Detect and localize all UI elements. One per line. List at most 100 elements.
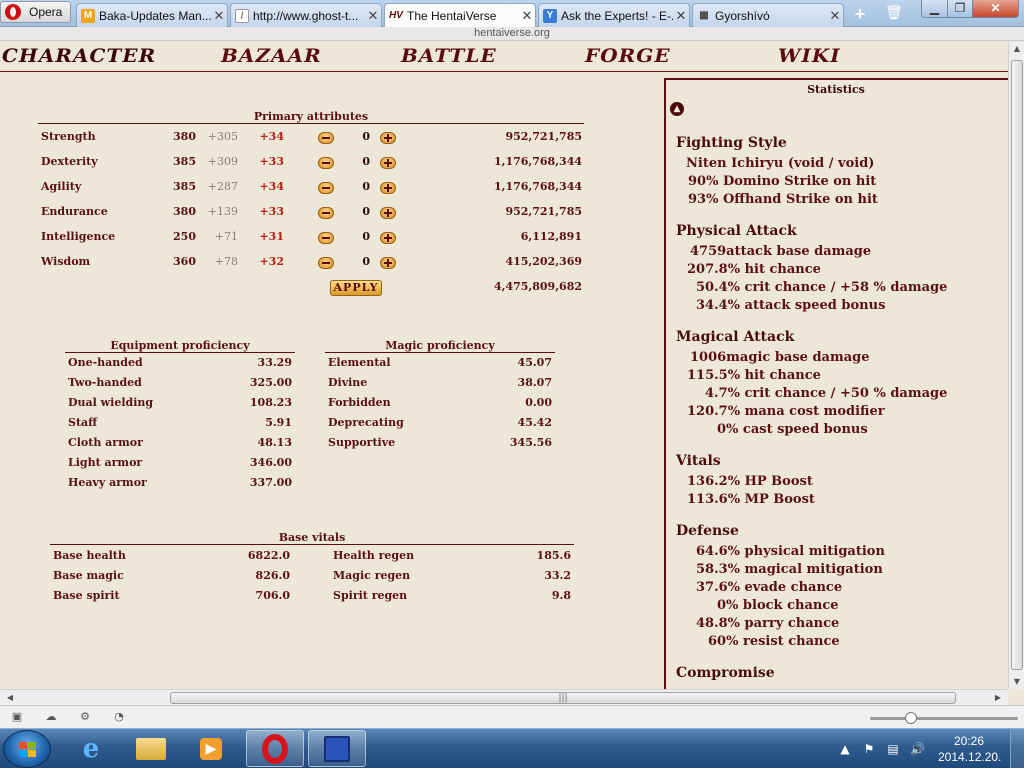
close-window-button[interactable]: ✕	[972, 0, 1019, 18]
system-clock[interactable]: 20:26 2014.12.20.	[938, 733, 1002, 765]
scroll-right-icon[interactable]: ▶	[990, 693, 1006, 702]
stat-line: 48.8% parry chance	[696, 616, 840, 631]
stat-line: 207.8% hit chance	[687, 262, 821, 277]
explorer-folder-icon[interactable]	[122, 730, 180, 767]
zoom-slider-knob[interactable]	[905, 712, 917, 724]
prof-name: One-handed	[68, 356, 143, 369]
attr-name: Wisdom	[41, 255, 91, 268]
attr-alloc: 0	[362, 155, 370, 168]
action-center-icon[interactable]: ⚑	[862, 742, 876, 756]
increase-button[interactable]	[380, 257, 396, 269]
decrease-button[interactable]	[318, 257, 334, 269]
horizontal-scrollbar[interactable]: ◀ ||| ▶	[0, 689, 1008, 705]
zoom-slider[interactable]	[870, 717, 1018, 720]
attr-alloc: 0	[362, 205, 370, 218]
decrease-button[interactable]	[318, 132, 334, 144]
attr-exp: 6,112,891	[520, 230, 582, 243]
prof-value: 5.91	[265, 416, 292, 429]
attr-alloc: 0	[362, 130, 370, 143]
nav-battle[interactable]: BATTLE	[401, 45, 497, 67]
nav-character[interactable]: CHARACTER	[2, 45, 156, 67]
hv-favicon-icon: HV	[389, 10, 403, 21]
prof-value: 45.42	[517, 416, 552, 429]
attr-bonus: +287	[207, 180, 238, 193]
attr-alloc: 0	[362, 180, 370, 193]
increase-button[interactable]	[380, 132, 396, 144]
primary-attributes-title: Primary attributes	[38, 110, 584, 124]
stat-line: 34.4% attack speed bonus	[696, 298, 886, 313]
stat-line: 1006magic base damage	[690, 350, 870, 365]
internet-explorer-icon[interactable]: e	[62, 730, 120, 767]
vertical-scroll-thumb[interactable]	[1011, 60, 1023, 670]
tab-baka-updates[interactable]: M Baka-Updates Man... ✕	[76, 3, 228, 27]
grid-favicon-icon: ▦	[699, 9, 709, 21]
stat-line: 37.6% evade chance	[696, 580, 843, 595]
collapse-toggle-icon[interactable]: ▲	[670, 102, 684, 116]
save-disk-taskbar-icon[interactable]	[308, 730, 366, 767]
vertical-scrollbar[interactable]: ▲ ▼	[1008, 42, 1024, 689]
decrease-button[interactable]	[318, 182, 334, 194]
volume-icon[interactable]: 🔊	[910, 742, 925, 756]
clock-date: 2014.12.20.	[938, 750, 1002, 764]
close-tab-icon[interactable]: ✕	[519, 8, 535, 24]
close-tab-icon[interactable]: ✕	[827, 8, 843, 24]
tab-ask-experts[interactable]: Y Ask the Experts! - E-... ✕	[538, 3, 690, 27]
increase-button[interactable]	[380, 182, 396, 194]
maximize-button[interactable]: ❐	[947, 0, 973, 18]
vital-value: 706.0	[255, 589, 290, 602]
network-icon[interactable]: ▤	[886, 742, 900, 756]
nav-wiki[interactable]: WIKI	[778, 45, 841, 67]
apply-button[interactable]: APPLY	[330, 280, 382, 296]
prof-value: 33.29	[257, 356, 292, 369]
show-desktop-button[interactable]	[1010, 729, 1024, 768]
cloud-icon[interactable]: ☁	[44, 711, 58, 723]
scroll-up-icon[interactable]: ▲	[1009, 44, 1024, 53]
decrease-button[interactable]	[318, 207, 334, 219]
attr-name: Strength	[41, 130, 96, 143]
close-tab-icon[interactable]: ✕	[673, 8, 689, 24]
attr-name: Dexterity	[41, 155, 98, 168]
vital-name: Base health	[53, 549, 126, 562]
start-button[interactable]	[3, 730, 51, 768]
panel-toggle-icon[interactable]: ▣	[10, 711, 24, 723]
stat-line: Niten Ichiryu (void / void)	[686, 156, 875, 171]
vital-name: Base magic	[53, 569, 124, 582]
speedometer-icon[interactable]: ◔	[112, 711, 126, 723]
browser-tab-bar: Opera M Baka-Updates Man... ✕ / http://w…	[0, 0, 1024, 28]
close-tab-icon[interactable]: ✕	[211, 8, 227, 24]
stat-line: 64.6% physical mitigation	[696, 544, 885, 559]
decrease-button[interactable]	[318, 157, 334, 169]
tray-expand-icon[interactable]: ▲	[838, 742, 852, 756]
horizontal-scroll-thumb[interactable]: |||	[170, 692, 956, 704]
increase-button[interactable]	[380, 207, 396, 219]
share-icon[interactable]: ⚙	[78, 711, 92, 723]
windows-taskbar: e ▶ ▲ ⚑ ▤ 🔊 20:26 2014.12.20.	[0, 728, 1024, 768]
attr-name: Agility	[41, 180, 82, 193]
page-favicon-icon: /	[235, 8, 249, 23]
tab-ghost[interactable]: / http://www.ghost-t... ✕	[230, 3, 382, 27]
opera-menu-button[interactable]: Opera	[0, 1, 71, 23]
attr-mod: +33	[259, 205, 284, 218]
media-player-icon[interactable]: ▶	[182, 730, 240, 767]
tab-hentaiverse[interactable]: HV The HentaiVerse ✕	[384, 3, 536, 28]
increase-button[interactable]	[380, 157, 396, 169]
close-tab-icon[interactable]: ✕	[365, 8, 381, 24]
scroll-left-icon[interactable]: ◀	[2, 693, 18, 702]
address-strip[interactable]: hentaiverse.org	[0, 27, 1024, 41]
opera-taskbar-icon[interactable]	[246, 730, 304, 767]
vital-name: Base spirit	[53, 589, 120, 602]
attr-exp: 952,721,785	[505, 130, 582, 143]
tab-speed-dial[interactable]: ▦ Gyorshívó ✕	[692, 3, 844, 27]
nav-bazaar[interactable]: BAZAAR	[221, 45, 322, 67]
decrease-button[interactable]	[318, 232, 334, 244]
nav-forge[interactable]: FORGE	[585, 45, 671, 67]
increase-button[interactable]	[380, 232, 396, 244]
prof-value: 38.07	[517, 376, 552, 389]
minimize-button[interactable]: ▁	[921, 0, 948, 18]
stat-line: 4759attack base damage	[690, 244, 872, 259]
attr-base: 385	[173, 180, 196, 193]
new-tab-icon[interactable]: +	[850, 4, 870, 24]
stat-line: 120.7% mana cost modifier	[687, 404, 885, 419]
trash-icon[interactable]: 🗑	[885, 5, 903, 21]
scroll-down-icon[interactable]: ▼	[1009, 677, 1024, 686]
